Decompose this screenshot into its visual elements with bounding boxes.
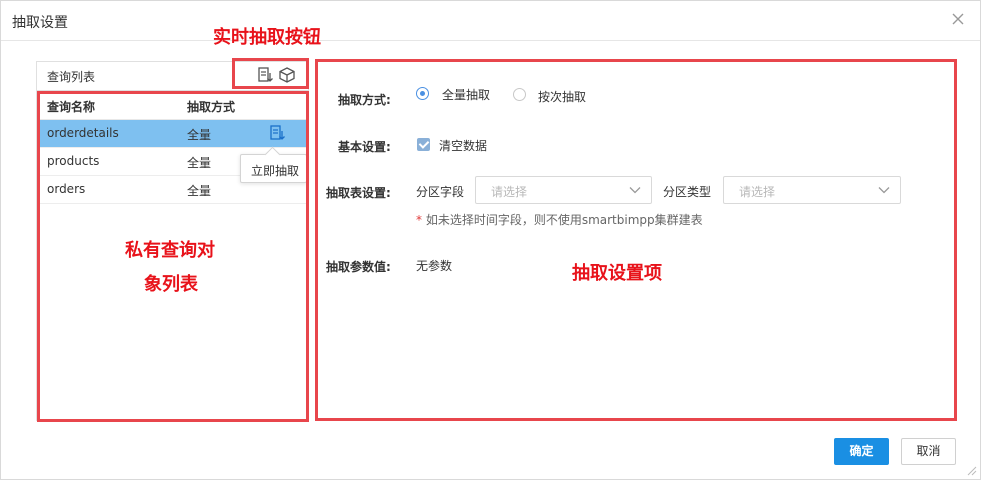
partition-type-placeholder: 请选择 bbox=[739, 185, 776, 199]
clear-data-checkbox[interactable] bbox=[417, 138, 430, 151]
column-query-name: 查询名称 bbox=[47, 100, 96, 114]
resize-grip-icon[interactable] bbox=[967, 466, 977, 476]
query-list-title: 查询列表 bbox=[47, 70, 96, 84]
radio-incremental-extract-label[interactable]: 按次抽取 bbox=[538, 88, 586, 105]
params-value: 无参数 bbox=[416, 259, 453, 273]
extract-now-icon[interactable] bbox=[256, 66, 274, 84]
table-row[interactable]: orderdetails 全量 bbox=[37, 120, 308, 148]
extract-now-tooltip: 立即抽取 bbox=[240, 154, 307, 183]
extract-mode-label: 抽取方式: bbox=[338, 93, 391, 107]
annotation-private-list-line1: 私有查询对 bbox=[125, 240, 215, 261]
partition-field-select[interactable]: 请选择 bbox=[475, 176, 652, 204]
partition-field-label: 分区字段 bbox=[416, 185, 465, 199]
close-icon[interactable] bbox=[949, 10, 967, 28]
row-query-name: orderdetails bbox=[47, 126, 119, 140]
clear-data-label[interactable]: 清空数据 bbox=[439, 137, 487, 154]
chevron-down-icon bbox=[878, 187, 890, 194]
extract-settings-dialog: 抽取设置 查询列表 查询名称 抽取方式 orderdetails 全量 prod… bbox=[0, 0, 981, 480]
ok-button[interactable]: 确定 bbox=[834, 438, 889, 465]
annotation-realtime-button: 实时抽取按钮 bbox=[213, 27, 321, 48]
radio-full-extract[interactable] bbox=[416, 87, 429, 100]
row-query-name: products bbox=[47, 154, 100, 168]
query-table-header: 查询名称 抽取方式 bbox=[37, 92, 308, 120]
query-list-header: 查询列表 bbox=[37, 62, 308, 91]
row-extract-mode: 全量 bbox=[187, 156, 212, 170]
radio-incremental-extract[interactable] bbox=[513, 88, 526, 101]
partition-hint-text: 如未选择时间字段，则不使用smartbimpp集群建表 bbox=[422, 213, 703, 227]
chevron-down-icon bbox=[629, 187, 641, 194]
dialog-titlebar: 抽取设置 bbox=[1, 1, 980, 41]
partition-field-placeholder: 请选择 bbox=[491, 185, 528, 199]
partition-hint: * 如未选择时间字段，则不使用smartbimpp集群建表 bbox=[416, 211, 703, 228]
row-extract-mode: 全量 bbox=[187, 184, 212, 198]
dialog-title: 抽取设置 bbox=[12, 15, 68, 31]
partition-type-label: 分区类型 bbox=[663, 185, 712, 199]
annotation-settings-items: 抽取设置项 bbox=[572, 263, 662, 284]
tooltip-text: 立即抽取 bbox=[251, 164, 300, 178]
cancel-button[interactable]: 取消 bbox=[901, 438, 956, 465]
column-extract-mode: 抽取方式 bbox=[187, 100, 236, 114]
annotation-private-list-line2: 象列表 bbox=[144, 274, 198, 295]
extract-now-icon[interactable] bbox=[268, 124, 286, 142]
radio-full-extract-label[interactable]: 全量抽取 bbox=[442, 86, 490, 103]
table-settings-label: 抽取表设置: bbox=[326, 186, 391, 200]
extract-settings-panel: 抽取方式: 全量抽取 按次抽取 基本设置: 清空数据 抽取表设置: 分区字段 请… bbox=[316, 59, 956, 421]
row-query-name: orders bbox=[47, 182, 86, 196]
basic-settings-label: 基本设置: bbox=[338, 140, 391, 154]
cube-icon[interactable] bbox=[278, 66, 296, 84]
params-label: 抽取参数值: bbox=[326, 260, 391, 274]
partition-type-select[interactable]: 请选择 bbox=[723, 176, 901, 204]
row-extract-mode: 全量 bbox=[187, 128, 212, 142]
